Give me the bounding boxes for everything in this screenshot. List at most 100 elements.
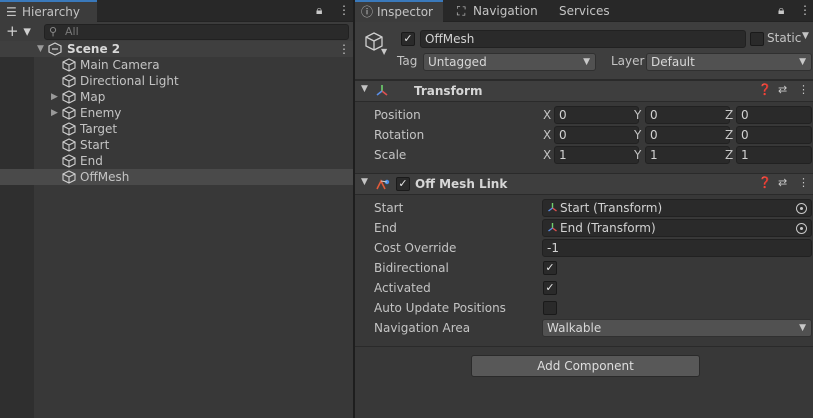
cost-override-field[interactable]: -1 bbox=[542, 239, 812, 257]
transform-position-z-field[interactable]: 0 bbox=[736, 106, 812, 124]
section-divider bbox=[355, 346, 813, 347]
chevron-down-icon[interactable]: ▼ bbox=[361, 84, 368, 94]
lock-icon[interactable]: 🔒︎ bbox=[316, 3, 322, 18]
transform-header[interactable]: ▼ Transform ❓ ⇄ ⋮ bbox=[355, 80, 813, 102]
hierarchy-item[interactable]: ▶ Map bbox=[0, 89, 353, 105]
start-label: Start bbox=[374, 201, 404, 215]
hierarchy-item-label: Directional Light bbox=[80, 74, 179, 88]
tab-navigation[interactable]: ⛶ Navigation bbox=[451, 0, 546, 22]
static-dropdown-icon[interactable]: ▼ bbox=[802, 31, 809, 41]
activated-checkbox[interactable]: ✓ bbox=[543, 281, 557, 295]
tab-services[interactable]: Services bbox=[537, 0, 617, 22]
axis-label-y[interactable]: Y bbox=[634, 105, 641, 125]
gameobject-icon bbox=[62, 90, 76, 104]
info-icon: ⓘ bbox=[361, 5, 374, 19]
layer-dropdown[interactable]: Default ▼ bbox=[646, 53, 812, 71]
transform-scale-label: Scale bbox=[374, 148, 407, 162]
scene-menu-icon[interactable]: ⋮ bbox=[338, 41, 350, 57]
object-picker-icon[interactable] bbox=[796, 203, 807, 214]
component-menu-icon[interactable]: ⋮ bbox=[798, 176, 809, 189]
add-component-button[interactable]: Add Component bbox=[471, 355, 700, 377]
axis-label-y[interactable]: Y bbox=[634, 125, 641, 145]
hierarchy-item[interactable]: End bbox=[0, 153, 353, 169]
tag-dropdown[interactable]: Untagged ▼ bbox=[423, 53, 596, 71]
axis-label-z[interactable]: Z bbox=[725, 105, 733, 125]
transform-position-x-field[interactable]: 0 bbox=[554, 106, 639, 124]
object-name-field[interactable]: OffMesh bbox=[420, 30, 746, 48]
chevron-down-icon: ▼ bbox=[583, 57, 590, 67]
preset-icon[interactable]: ⇄ bbox=[778, 176, 787, 189]
bidirectional-checkbox[interactable]: ✓ bbox=[543, 261, 557, 275]
transform-icon bbox=[548, 223, 557, 232]
chevron-down-icon[interactable]: ▼ bbox=[361, 177, 368, 187]
chevron-right-icon[interactable]: ▶ bbox=[51, 89, 58, 105]
component-menu-icon[interactable]: ⋮ bbox=[798, 83, 809, 96]
scene-name: Scene 2 bbox=[67, 42, 121, 56]
navigation-area-dropdown[interactable]: Walkable ▼ bbox=[542, 319, 812, 337]
create-button[interactable]: + ▾ bbox=[6, 23, 36, 41]
axis-label-x[interactable]: X bbox=[543, 105, 551, 125]
transform-scale-y-field[interactable]: 1 bbox=[645, 146, 730, 164]
start-object-field[interactable]: Start (Transform) bbox=[542, 199, 812, 217]
chevron-down-icon[interactable]: ▼ bbox=[381, 47, 387, 56]
off-mesh-link-title: Off Mesh Link bbox=[415, 177, 508, 191]
gameobject-icon bbox=[62, 154, 76, 168]
object-picker-icon[interactable] bbox=[796, 223, 807, 234]
off-mesh-link-icon bbox=[376, 179, 390, 190]
transform-rotation-z-field[interactable]: 0 bbox=[736, 126, 812, 144]
axis-label-z[interactable]: Z bbox=[725, 145, 733, 165]
tab-hierarchy[interactable]: ☰ Hierarchy bbox=[0, 0, 97, 22]
more-options-icon[interactable]: ⋮ bbox=[799, 3, 811, 17]
gameobject-icon bbox=[62, 138, 76, 152]
axis-label-x[interactable]: X bbox=[543, 125, 551, 145]
hierarchy-item[interactable]: OffMesh bbox=[0, 169, 353, 185]
hierarchy-item-label: Target bbox=[80, 122, 118, 136]
preset-icon[interactable]: ⇄ bbox=[778, 83, 787, 96]
static-label: Static bbox=[767, 31, 802, 45]
object-header: ▼ ✓ OffMesh Static ▼ Tag Untagged ▼ Laye… bbox=[355, 22, 813, 80]
static-checkbox[interactable] bbox=[750, 32, 764, 46]
gameobject-icon bbox=[62, 170, 76, 184]
transform-scale-z-field[interactable]: 1 bbox=[736, 146, 812, 164]
hierarchy-toolbar: + ▾ ⚲ All bbox=[0, 22, 353, 42]
unity-scene-icon bbox=[48, 42, 62, 56]
axis-label-x[interactable]: X bbox=[543, 145, 551, 165]
lock-icon[interactable]: 🔒︎ bbox=[778, 3, 784, 18]
end-object-field[interactable]: End (Transform) bbox=[542, 219, 812, 237]
axis-label-y[interactable]: Y bbox=[634, 145, 641, 165]
hierarchy-item[interactable]: Start bbox=[0, 137, 353, 153]
search-input[interactable]: ⚲ All bbox=[44, 24, 349, 40]
chevron-down-icon[interactable]: ▼ bbox=[37, 41, 44, 57]
gameobject-icon bbox=[62, 58, 76, 72]
transform-rotation-x-field[interactable]: 0 bbox=[554, 126, 639, 144]
hierarchy-item-label: Enemy bbox=[80, 106, 122, 120]
layer-label: Layer bbox=[611, 54, 645, 68]
chevron-right-icon[interactable]: ▶ bbox=[51, 105, 58, 121]
scene-row[interactable]: ▼ Scene 2 ⋮ bbox=[0, 41, 353, 57]
end-label: End bbox=[374, 221, 397, 235]
hierarchy-item[interactable]: Directional Light bbox=[0, 73, 353, 89]
hierarchy-item[interactable]: Target bbox=[0, 121, 353, 137]
hierarchy-item-label: OffMesh bbox=[80, 170, 130, 184]
chevron-down-icon: ▼ bbox=[799, 57, 806, 67]
off-mesh-link-header[interactable]: ▼ ✓ Off Mesh Link ❓ ⇄ ⋮ bbox=[355, 173, 813, 195]
more-options-icon[interactable]: ⋮ bbox=[338, 3, 350, 17]
tab-inspector[interactable]: ⓘ Inspector bbox=[355, 0, 443, 22]
gameobject-icon bbox=[62, 74, 76, 88]
axis-label-z[interactable]: Z bbox=[725, 125, 733, 145]
hierarchy-tabbar: ☰ Hierarchy 🔒︎ ⋮ bbox=[0, 0, 353, 22]
hierarchy-item[interactable]: Main Camera bbox=[0, 57, 353, 73]
transform-position-y-field[interactable]: 0 bbox=[645, 106, 730, 124]
transform-rotation-y-field[interactable]: 0 bbox=[645, 126, 730, 144]
off-mesh-link-enabled-checkbox[interactable]: ✓ bbox=[396, 177, 410, 191]
active-checkbox[interactable]: ✓ bbox=[401, 32, 415, 46]
navigation-icon: ⛶ bbox=[457, 4, 466, 18]
help-icon[interactable]: ❓ bbox=[758, 176, 772, 189]
hierarchy-item[interactable]: ▶ Enemy bbox=[0, 105, 353, 121]
gameobject-icon bbox=[62, 106, 76, 120]
auto-update-positions-checkbox[interactable] bbox=[543, 301, 557, 315]
transform-scale-x-field[interactable]: 1 bbox=[554, 146, 639, 164]
help-icon[interactable]: ❓ bbox=[758, 83, 772, 96]
gameobject-icon bbox=[62, 122, 76, 136]
inspector-tabbar: ⓘ Inspector ⛶ Navigation Services 🔒︎ ⋮ bbox=[355, 0, 813, 22]
